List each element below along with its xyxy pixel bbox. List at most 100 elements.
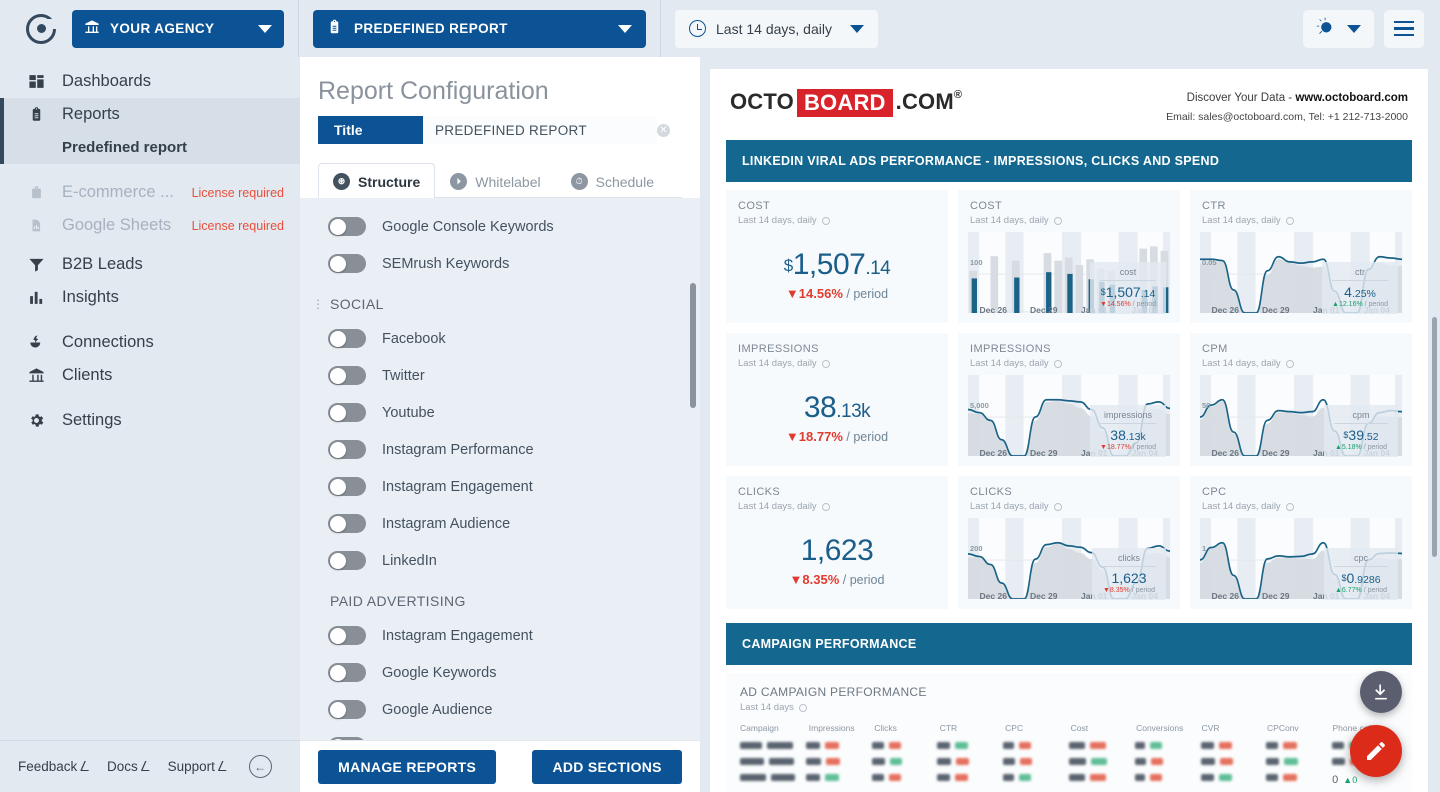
sidebar-item-label: E-commerce ... (62, 183, 174, 201)
manage-reports-button[interactable]: MANAGE REPORTS (318, 749, 497, 784)
toggle-switch-instagram-engagement[interactable] (328, 626, 366, 645)
kpi-value-block: 38.13k ▼18.77% / period (738, 391, 936, 444)
toggle-switch-youtube[interactable] (328, 403, 366, 422)
toggle-label: SEMrush Keywords (382, 255, 510, 272)
info-icon[interactable] (1285, 216, 1294, 225)
tab-schedule[interactable]: ⏱ Schedule (556, 163, 669, 198)
table-cell (871, 742, 938, 750)
toggle-switch-linkedin[interactable] (328, 551, 366, 570)
sidebar-item-label: Settings (62, 411, 122, 429)
docs-link[interactable]: Docs ⎳ (107, 759, 150, 774)
toggle-switch-instagram-engagement[interactable] (328, 477, 366, 496)
kpi-tooltip: ctr 4.25% ▲12.16% / period (1322, 262, 1398, 315)
kpi-value-block: $1,507.14 ▼14.56% / period (738, 248, 936, 301)
table-title: AD CAMPAIGN PERFORMANCE (740, 685, 927, 700)
email-phone-text: Email: sales@octoboard.com, Tel: +1 212-… (1166, 110, 1408, 123)
tab-whitelabel[interactable]: ⏵ Whitelabel (435, 163, 555, 198)
kpi-delta-suffix: / period (842, 573, 885, 588)
section-toggle-row[interactable]: Twitter (328, 357, 684, 394)
sidebar-subitem-predefined-report[interactable]: Predefined report (0, 131, 300, 164)
main-menu-button[interactable] (1384, 9, 1424, 48)
info-icon[interactable] (1285, 359, 1294, 368)
tooltip-delta: ▲6.77% / period (1334, 587, 1388, 595)
download-report-button[interactable] (1360, 671, 1402, 713)
info-icon[interactable] (798, 703, 807, 712)
toggle-list-scrollbar[interactable] (690, 198, 696, 792)
section-toggle-row[interactable]: Google Console Keywords (328, 208, 684, 245)
website-link[interactable]: www.octoboard.com (1295, 92, 1408, 104)
chevron-down-icon (618, 24, 632, 33)
section-toggle-row[interactable]: Instagram Performance (328, 431, 684, 468)
sidebar-item-dashboards[interactable]: Dashboards (0, 65, 300, 98)
theme-selector-button[interactable] (1303, 9, 1374, 48)
info-icon[interactable] (1053, 502, 1062, 511)
sidebar-item-insights[interactable]: Insights (0, 281, 300, 314)
info-icon[interactable] (1053, 359, 1062, 368)
info-icon[interactable] (821, 216, 830, 225)
kpi-value-main: 1,507 (792, 248, 866, 282)
toggle-switch-semrush-keywords[interactable] (328, 254, 366, 273)
kpi-delta-suffix: / period (846, 287, 889, 302)
info-icon[interactable] (821, 502, 830, 511)
add-sections-button[interactable]: ADD SECTIONS (532, 749, 682, 784)
section-toggle-row[interactable]: Google Audience (328, 691, 684, 728)
kpi-tooltip: impressions 38.13k ▼18.77% / period (1090, 405, 1166, 458)
octoboard-logo-icon[interactable] (16, 13, 66, 44)
section-toggle-row[interactable]: Facebook (328, 320, 684, 357)
section-toggle-row[interactable]: Youtube (328, 394, 684, 431)
kpi-card-impressions-line: IMPRESSIONS Last 14 days, daily 5,000 Dec 2… (958, 333, 1180, 467)
x-tick-label: Dec 29 (1262, 305, 1290, 316)
agency-selector-button[interactable]: YOUR AGENCY (72, 9, 284, 48)
sidebar-item-clients[interactable]: Clients (0, 359, 300, 392)
table-cell (1068, 774, 1135, 786)
edit-report-button[interactable] (1350, 725, 1402, 777)
report-title-input[interactable] (423, 116, 657, 144)
toggle-switch-google-keywords[interactable] (328, 663, 366, 682)
report-preview[interactable]: OCTO BOARD .COM ® Discover Your Data - w… (700, 57, 1440, 792)
sidebar-item-settings[interactable]: Settings (0, 404, 300, 437)
tooltip-value-decimal: .25% (1351, 288, 1376, 301)
section-toggle-row[interactable]: Instagram Audience (328, 505, 684, 542)
toggle-switch-google-console-keywords[interactable] (328, 217, 366, 236)
bank-icon (84, 19, 100, 38)
sidebar-item-b2b-leads[interactable]: B2B Leads (0, 248, 300, 281)
clear-title-icon[interactable]: ✕ (657, 123, 670, 137)
toggle-label: Instagram Engagement (382, 627, 533, 644)
tooltip-value: $39.52 (1334, 427, 1388, 443)
sidebar-item-connections[interactable]: Connections (0, 326, 300, 359)
toggle-switch-google-audience[interactable] (328, 700, 366, 719)
toggle-label: LinkedIn (382, 552, 437, 569)
section-toggle-row[interactable]: SEMrush Keywords (328, 245, 684, 282)
drag-handle-icon[interactable]: ⋮ (312, 298, 324, 310)
y-axis-label: 100 (970, 258, 983, 268)
date-range-selector[interactable]: Last 14 days, daily (675, 9, 878, 48)
table-column-header: Conversions (1136, 723, 1184, 734)
kpi-subtitle: Last 14 days, daily (738, 215, 936, 226)
kpi-card-ctr-line: CTR Last 14 days, daily 0.05 Dec 26 Dec 29 Ja… (1190, 190, 1412, 324)
info-icon[interactable] (821, 359, 830, 368)
bar-chart-icon (26, 289, 46, 306)
tooltip-value-main: 1,623 (1111, 570, 1147, 587)
tooltip-value-decimal: .52 (1363, 431, 1379, 444)
section-toggle-row[interactable]: Google Keywords (328, 654, 684, 691)
report-selector-button[interactable]: PREDEFINED REPORT (313, 9, 646, 48)
preview-scrollbar[interactable] (1432, 317, 1437, 557)
section-toggle-row[interactable]: Instagram Engagement (328, 617, 684, 654)
info-icon[interactable] (1285, 502, 1294, 511)
toggle-switch-instagram-audience[interactable] (328, 514, 366, 533)
currency-symbol: $ (783, 256, 793, 276)
info-icon[interactable] (1053, 216, 1062, 225)
sidebar-item-reports[interactable]: Reports (0, 98, 300, 131)
toggle-switch-twitter[interactable] (328, 366, 366, 385)
tab-structure[interactable]: ⊛ Structure (318, 163, 436, 198)
section-toggle-row[interactable]: Instagram Engagement (328, 468, 684, 505)
feedback-link[interactable]: Feedback ⎳ (18, 759, 89, 774)
support-link[interactable]: Support ⎳ (168, 759, 227, 774)
section-toggle-row[interactable]: LinkedIn (328, 542, 684, 579)
toggle-switch-facebook[interactable] (328, 329, 366, 348)
toggle-switch-instagram-performance[interactable] (328, 440, 366, 459)
sun-cloud-icon (1316, 17, 1335, 41)
collapse-sidebar-button[interactable]: ← (248, 755, 272, 778)
sections-toggle-list[interactable]: Google Console Keywords SEMrush Keywords ⋮… (300, 198, 700, 792)
